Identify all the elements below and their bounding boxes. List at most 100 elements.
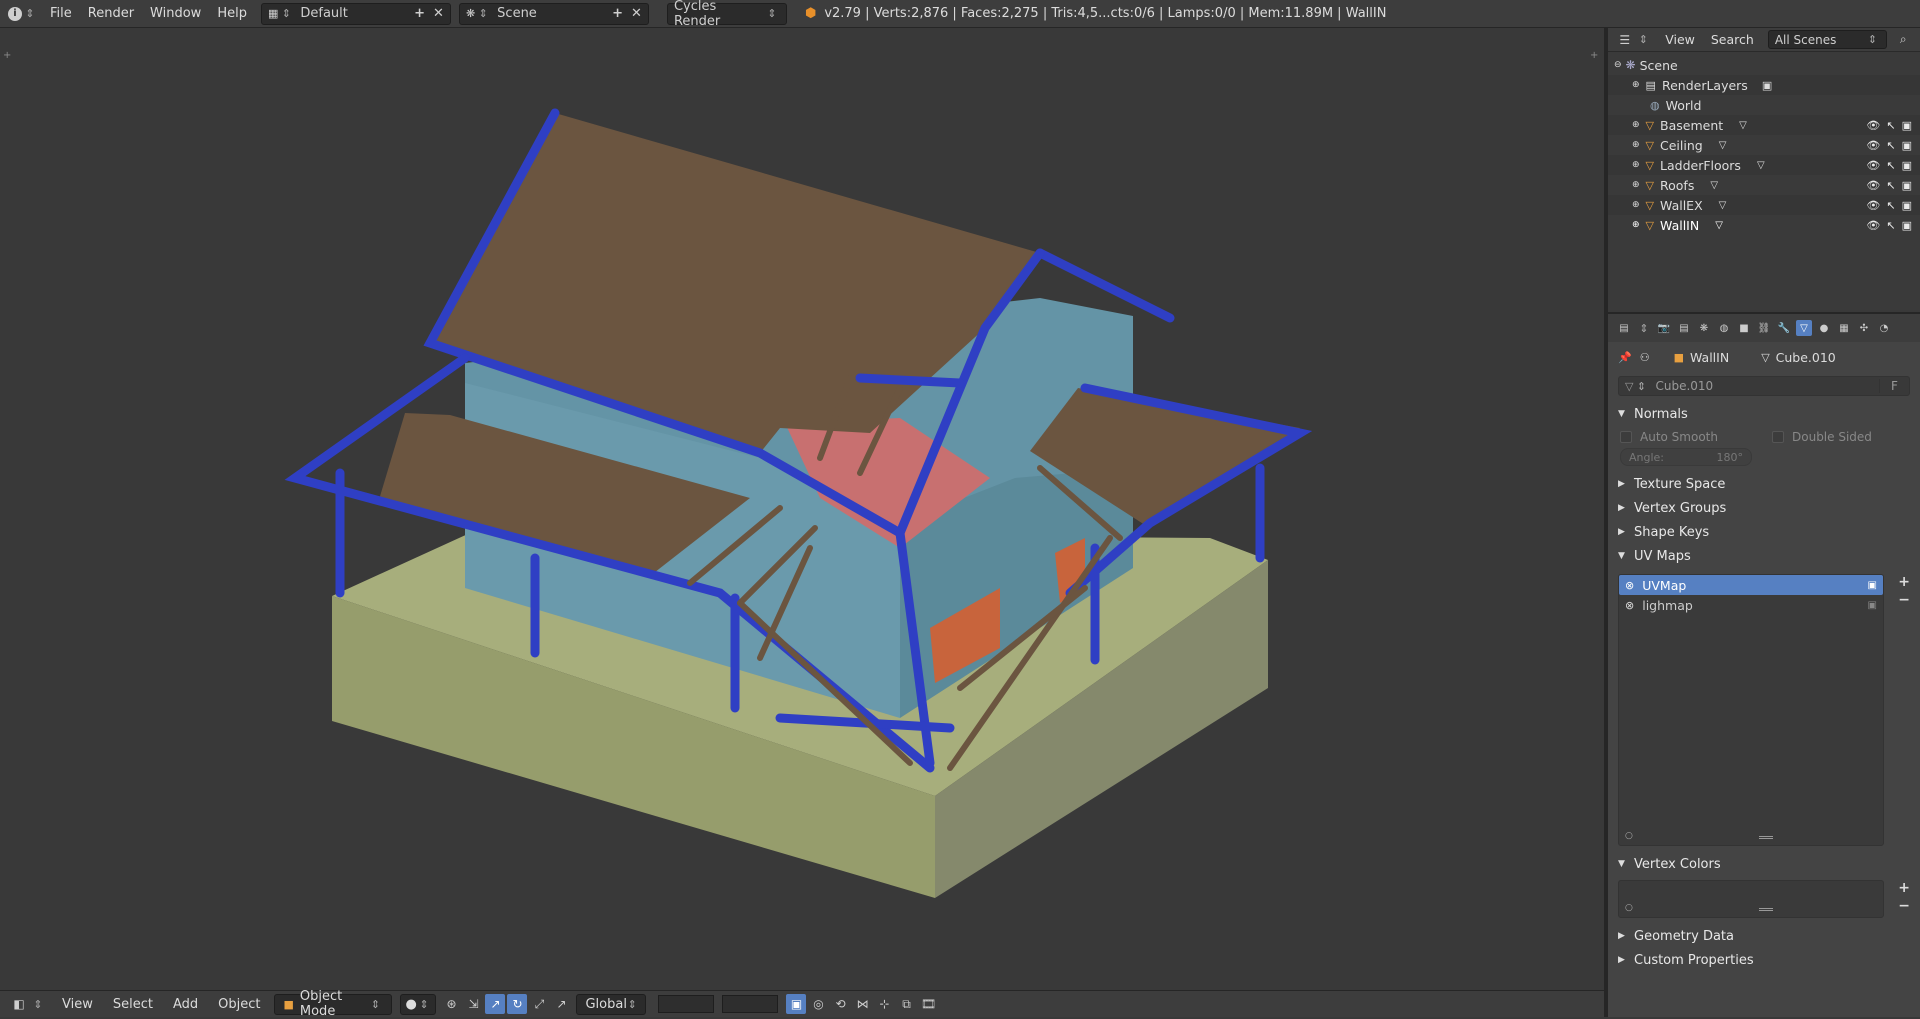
expand-icon[interactable]: ⊕ — [1632, 200, 1640, 210]
editor-type-icon[interactable]: ◧ — [9, 994, 29, 1014]
cursor-icon[interactable]: ↖ — [1886, 199, 1895, 212]
expand-icon[interactable]: ⊕ — [1632, 180, 1640, 190]
uv-map-item[interactable]: ⊗ lighmap ▣ — [1619, 595, 1883, 615]
lock-camera-icon[interactable]: ▣ — [786, 994, 807, 1014]
panel-uv-maps-header[interactable]: ▼ UV Maps — [1608, 544, 1920, 568]
eye-icon[interactable]: 👁 — [1866, 119, 1880, 132]
cursor-icon[interactable]: ↖ — [1886, 179, 1895, 192]
render-tab-icon[interactable]: 📷 — [1656, 320, 1672, 336]
remove-vertex-color-button[interactable]: − — [1898, 898, 1910, 914]
list-resize-handle[interactable] — [1759, 908, 1773, 911]
panel-geometry-data-header[interactable]: ▶ Geometry Data — [1608, 924, 1920, 948]
proportional-edit-icon[interactable]: ◎ — [808, 994, 828, 1014]
uv-maps-list[interactable]: ⊗ UVMap ▣ ⊗ lighmap ▣ ○ — [1618, 574, 1884, 846]
double-sided-checkbox[interactable] — [1772, 431, 1784, 443]
remove-uv-map-button[interactable]: − — [1898, 592, 1910, 608]
expand-icon[interactable]: ⊕ — [1632, 220, 1640, 230]
expand-icon[interactable]: ⊕ — [1632, 80, 1640, 90]
particles-tab-icon[interactable]: ✣ — [1856, 320, 1872, 336]
outliner-row-ladderfloors[interactable]: ⊕ ▽ LadderFloors ▽ 👁 ↖ ▣ — [1608, 155, 1920, 175]
properties-editor-type-icon[interactable]: ▤ — [1616, 320, 1632, 336]
mode-selector[interactable]: ■ Object Mode ⇕ — [274, 989, 393, 1019]
translate-manipulator-icon[interactable]: ↗ — [485, 994, 506, 1014]
constraints-tab-icon[interactable]: ⛓ — [1756, 320, 1772, 336]
area-split-corner-icon[interactable]: + — [3, 50, 11, 61]
world-tab-icon[interactable]: ◍ — [1716, 320, 1732, 336]
menu-add[interactable]: Add — [163, 997, 208, 1012]
opengl-render-icon[interactable]: 🎞 — [918, 994, 938, 1014]
data-tab-icon[interactable]: ▽ — [1796, 320, 1812, 336]
collapse-icon[interactable]: ⊖ — [1614, 60, 1622, 70]
eye-icon[interactable]: 👁 — [1866, 219, 1880, 232]
cursor-icon[interactable]: ↖ — [1886, 219, 1895, 232]
shading-selector[interactable]: ● ⇕ — [400, 993, 437, 1015]
add-layout-icon[interactable]: + — [414, 6, 425, 21]
list-resize-handle[interactable] — [1759, 836, 1773, 839]
snap-toggle-icon[interactable]: ⟲ — [830, 994, 850, 1014]
pin-icon[interactable]: 📌 — [1618, 351, 1632, 364]
manipulator-toggle-icon[interactable]: ⇲ — [463, 994, 483, 1014]
expand-icon[interactable]: ⊕ — [1632, 140, 1640, 150]
add-uv-map-button[interactable]: + — [1898, 574, 1910, 590]
render-icon[interactable]: ▣ — [1902, 139, 1912, 152]
cursor-icon[interactable]: ↖ — [1886, 159, 1895, 172]
outliner-menu-search[interactable]: Search — [1711, 32, 1754, 47]
menu-select[interactable]: Select — [103, 997, 163, 1012]
menu-window[interactable]: Window — [142, 0, 209, 28]
eye-icon[interactable]: 👁 — [1866, 199, 1880, 212]
render-engine-selector[interactable]: Cycles Render ⇕ — [666, 0, 787, 29]
renderlayer-toggle-icon[interactable]: ▣ — [1762, 79, 1772, 92]
close-icon[interactable]: ✕ — [631, 6, 642, 21]
vertex-colors-list[interactable]: ○ — [1618, 880, 1884, 918]
search-icon[interactable]: ⌕ — [1893, 30, 1913, 50]
add-vertex-color-button[interactable]: + — [1898, 880, 1910, 896]
fake-user-button[interactable]: F — [1879, 379, 1909, 393]
outliner-display-filter[interactable]: All Scenes ⇕ — [1767, 30, 1888, 49]
transform-manipulator-icon[interactable]: ↗ — [551, 994, 571, 1014]
outliner-row-roofs[interactable]: ⊕ ▽ Roofs ▽ 👁 ↖ ▣ — [1608, 175, 1920, 195]
info-editor-type-button[interactable]: i ⇕ — [0, 0, 42, 28]
eye-icon[interactable]: 👁 — [1866, 139, 1880, 152]
layer-group-2[interactable] — [722, 995, 779, 1013]
menu-render[interactable]: Render — [80, 0, 142, 28]
list-filter-icon[interactable]: ○ — [1625, 831, 1633, 841]
panel-texture-space-header[interactable]: ▶ Texture Space — [1608, 472, 1920, 496]
outliner-row-world[interactable]: ◍ World — [1608, 95, 1920, 115]
snap-element-icon[interactable]: ⋈ — [852, 994, 872, 1014]
cursor-icon[interactable]: ↖ — [1886, 139, 1895, 152]
3d-viewport[interactable]: + + — [0, 28, 1604, 990]
add-scene-icon[interactable]: + — [612, 6, 623, 21]
snap-target-icon[interactable]: ⊹ — [874, 994, 894, 1014]
render-icon[interactable]: ▣ — [1902, 159, 1912, 172]
menu-help[interactable]: Help — [209, 0, 255, 28]
panel-normals-header[interactable]: ▼ Normals — [1608, 402, 1920, 426]
outliner-menu-view[interactable]: View — [1665, 32, 1695, 47]
layer-buttons[interactable] — [658, 995, 779, 1013]
render-icon[interactable]: ▣ — [1902, 199, 1912, 212]
eye-icon[interactable]: 👁 — [1866, 159, 1880, 172]
scale-manipulator-icon[interactable]: ⤢ — [529, 994, 549, 1014]
render-icon[interactable]: ▣ — [1902, 119, 1912, 132]
panel-vertex-colors-header[interactable]: ▼ Vertex Colors — [1608, 852, 1920, 876]
auto-smooth-checkbox[interactable] — [1620, 431, 1632, 443]
layer-group-1[interactable] — [658, 995, 715, 1013]
eye-icon[interactable]: 👁 — [1866, 179, 1880, 192]
active-render-icon[interactable]: ▣ — [1868, 580, 1877, 591]
texture-tab-icon[interactable]: ▦ — [1836, 320, 1852, 336]
expand-icon[interactable]: ⊕ — [1632, 160, 1640, 170]
transform-orientation-selector[interactable]: Global ⇕ — [576, 993, 647, 1015]
angle-field[interactable]: Angle: 180° — [1620, 448, 1752, 466]
expand-icon[interactable]: ⊕ — [1632, 120, 1640, 130]
outliner-editor-type-icon[interactable]: ☰ — [1615, 30, 1635, 50]
render-icon[interactable]: ▣ — [1902, 219, 1912, 232]
area-split-corner-icon[interactable]: + — [1590, 50, 1598, 61]
outliner-row-ceiling[interactable]: ⊕ ▽ Ceiling ▽ 👁 ↖ ▣ — [1608, 135, 1920, 155]
render-preview-icon[interactable]: ⧉ — [896, 994, 916, 1014]
outliner-row-wallin[interactable]: ⊕ ▽ WallIN ▽ 👁 ↖ ▣ — [1608, 215, 1920, 235]
menu-file[interactable]: File — [42, 0, 80, 28]
outliner-row-basement[interactable]: ⊕ ▽ Basement ▽ 👁 ↖ ▣ — [1608, 115, 1920, 135]
render-layers-tab-icon[interactable]: ▤ — [1676, 320, 1692, 336]
mesh-datablock-selector[interactable]: ▽ ⇕ Cube.010 F — [1618, 376, 1910, 396]
menu-object[interactable]: Object — [208, 997, 270, 1012]
menu-view[interactable]: View — [52, 997, 103, 1012]
